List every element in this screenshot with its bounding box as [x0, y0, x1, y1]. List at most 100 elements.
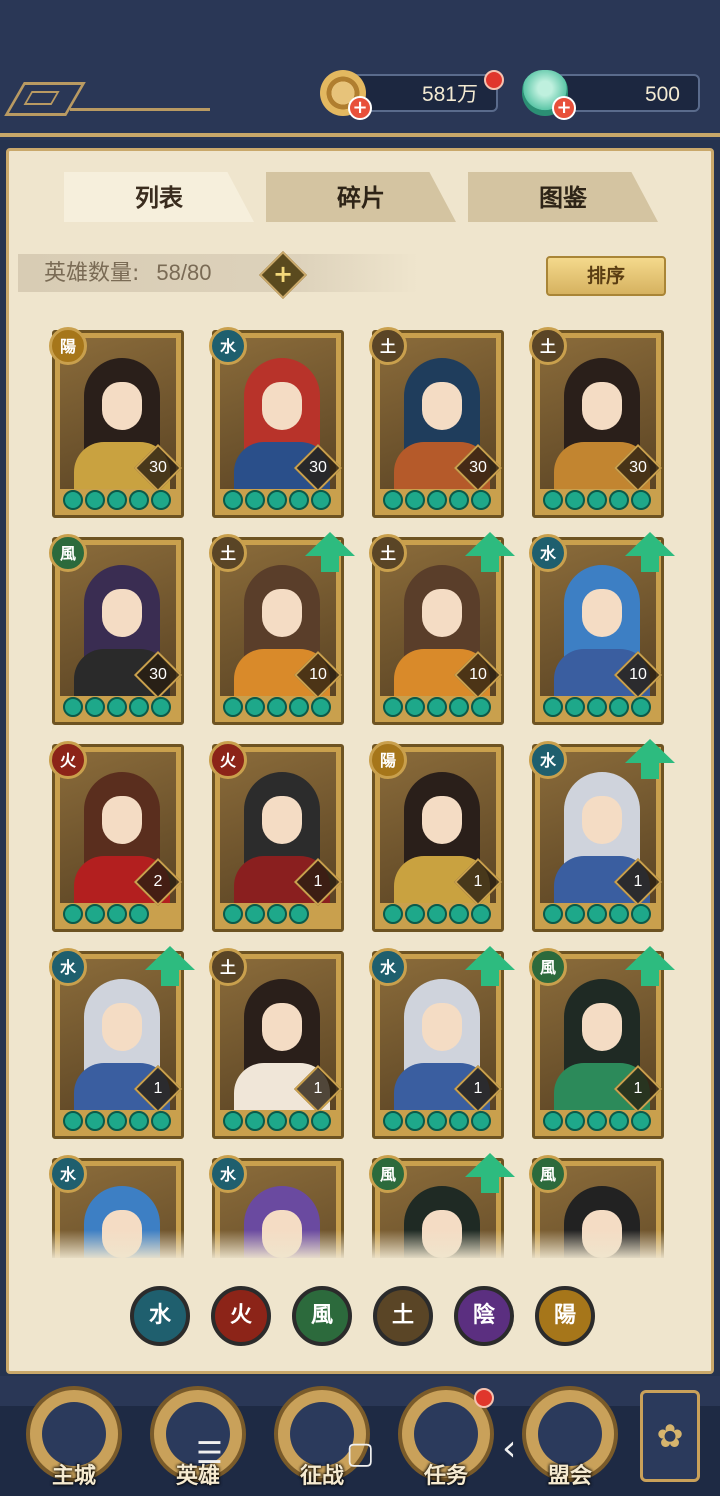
hero-card[interactable]: 風 30 — [49, 534, 184, 725]
jade-star-icon — [85, 490, 105, 510]
jade-star-icon — [449, 490, 469, 510]
plus-icon: + — [272, 260, 294, 288]
jade-star-icon — [631, 697, 651, 717]
jade-star-icon — [565, 1111, 585, 1131]
nav-main-city-label: 主城 — [51, 1464, 96, 1489]
hero-star-rating — [223, 490, 331, 512]
hero-star-rating — [63, 1111, 171, 1133]
jade-star-icon — [63, 1111, 83, 1131]
hero-face — [102, 1003, 142, 1051]
jade-star-icon — [587, 904, 607, 924]
hero-card[interactable]: 火2 — [49, 741, 184, 932]
hero-card[interactable]: 土 30 — [529, 327, 664, 518]
hero-level-value: 10 — [309, 666, 327, 683]
element-badge-icon: 火 — [49, 741, 87, 779]
element-badge-icon: 風 — [529, 948, 567, 986]
jade-star-icon — [543, 697, 563, 717]
jade-star-icon — [405, 1111, 425, 1131]
element-filter-button[interactable]: 水 — [130, 1286, 190, 1346]
hero-card[interactable]: 土1 — [209, 948, 344, 1139]
jade-star-icon — [587, 697, 607, 717]
hero-card[interactable]: 土 10 — [369, 532, 515, 725]
hero-star-rating — [543, 904, 651, 926]
hero-star-rating — [383, 490, 491, 512]
element-filter-button[interactable]: 土 — [373, 1286, 433, 1346]
tab-compendium[interactable]: 图鉴 — [468, 172, 658, 222]
nav-guild-label: 盟会 — [547, 1464, 592, 1489]
header-divider — [70, 108, 210, 111]
add-gold-button[interactable]: + — [348, 96, 372, 120]
jade-star-icon — [107, 490, 127, 510]
hero-level-value: 1 — [473, 873, 483, 890]
hero-count-label: 英雄数量: — [44, 261, 140, 286]
jade-star-icon — [311, 697, 331, 717]
hero-card[interactable]: 風1 — [529, 946, 675, 1139]
element-badge-icon: 土 — [529, 327, 567, 365]
jade-star-icon — [565, 697, 585, 717]
hero-level-value: 30 — [309, 459, 327, 476]
hero-level-value: 30 — [149, 459, 167, 476]
jade-star-icon — [427, 904, 447, 924]
jade-star-icon — [405, 697, 425, 717]
upgrade-arrow-icon — [625, 946, 675, 990]
jade-star-icon — [63, 904, 83, 924]
element-badge-icon: 水 — [369, 948, 407, 986]
hero-card[interactable]: 土 30 — [369, 327, 504, 518]
element-badge-icon: 風 — [49, 534, 87, 572]
element-badge-icon: 水 — [209, 327, 247, 365]
header-border — [0, 133, 720, 137]
hero-level-value: 30 — [469, 459, 487, 476]
hero-card[interactable]: 水1 — [49, 946, 195, 1139]
hero-card[interactable]: 水 30 — [209, 327, 344, 518]
jade-star-icon — [587, 1111, 607, 1131]
hero-level-value: 30 — [149, 666, 167, 683]
hero-card[interactable]: 陽1 — [369, 741, 504, 932]
jade-star-icon — [449, 1111, 469, 1131]
gold-notification-dot — [484, 70, 504, 90]
hero-card[interactable]: 陽 30 — [49, 327, 184, 518]
element-badge-icon: 土 — [209, 534, 247, 572]
hero-card[interactable]: 水 10 — [529, 532, 675, 725]
sort-button[interactable]: 排序 — [546, 256, 666, 296]
hero-card[interactable]: 土 10 — [209, 532, 355, 725]
jade-star-icon — [289, 490, 309, 510]
element-filter-button[interactable]: 風 — [292, 1286, 352, 1346]
jade-star-icon — [383, 1111, 403, 1131]
jade-star-icon — [471, 1111, 491, 1131]
element-filter-button[interactable]: 陽 — [535, 1286, 595, 1346]
jade-star-icon — [223, 904, 243, 924]
jade-star-icon — [609, 490, 629, 510]
hero-level-value: 1 — [313, 873, 323, 890]
jade-star-icon — [631, 904, 651, 924]
element-badge-icon: 水 — [209, 1155, 247, 1193]
jade-star-icon — [289, 697, 309, 717]
tab-list[interactable]: 列表 — [64, 172, 254, 222]
system-home-button[interactable]: ▢ — [346, 1436, 374, 1471]
jade-star-icon — [471, 490, 491, 510]
element-badge-icon: 火 — [209, 741, 247, 779]
system-back-button[interactable]: ‹ — [502, 1428, 516, 1469]
hero-card[interactable]: 水1 — [369, 946, 515, 1139]
hero-star-rating — [543, 1111, 651, 1133]
hero-card[interactable]: 水1 — [529, 739, 675, 932]
add-jade-button[interactable]: + — [552, 96, 576, 120]
hero-face — [262, 589, 302, 637]
jade-star-icon — [543, 1111, 563, 1131]
jade-star-icon — [587, 490, 607, 510]
upgrade-arrow-icon — [465, 946, 515, 990]
tasks-icon — [414, 1402, 478, 1466]
upgrade-arrow-icon — [625, 739, 675, 783]
jade-star-icon — [311, 490, 331, 510]
element-filter-button[interactable]: 陰 — [454, 1286, 514, 1346]
jade-star-icon — [223, 697, 243, 717]
menu-flower-button[interactable]: ✿ — [640, 1390, 700, 1482]
jade-star-icon — [223, 490, 243, 510]
tab-fragments[interactable]: 碎片 — [266, 172, 456, 222]
hero-level-value: 2 — [153, 873, 163, 890]
jade-star-icon — [543, 490, 563, 510]
system-menu-button[interactable]: ☰ — [196, 1436, 223, 1471]
hero-star-rating — [223, 697, 331, 719]
element-filter-button[interactable]: 火 — [211, 1286, 271, 1346]
hero-card[interactable]: 火1 — [209, 741, 344, 932]
element-badge-icon: 水 — [529, 741, 567, 779]
